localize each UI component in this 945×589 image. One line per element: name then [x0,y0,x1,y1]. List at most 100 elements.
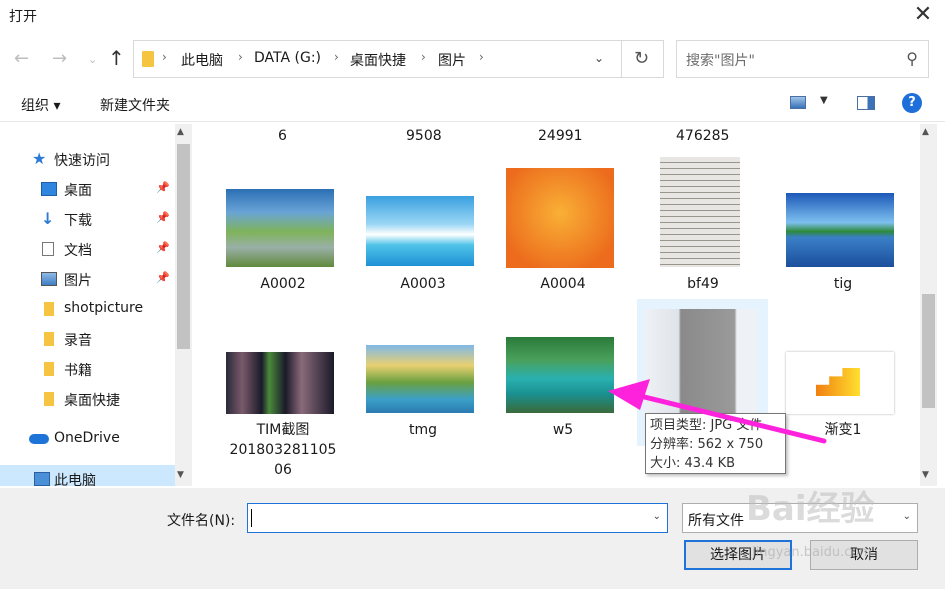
file-name: w5 [552,422,574,438]
filename-input[interactable]: ⌄ [247,503,668,533]
forward-arrow-icon[interactable]: → [52,48,67,69]
watermark-logo: Bai经验 [746,489,875,529]
nav-item-downloads[interactable]: ↓ 下载 📌 [0,205,175,233]
chevron-right-icon[interactable]: › [421,50,426,64]
breadcrumb-this-pc[interactable]: 此电脑 [181,50,223,70]
image-thumbnail [226,189,334,267]
chevron-down-icon[interactable]: ▼ [820,95,828,106]
folder-icon [44,392,54,406]
file-tile-tim-screenshot[interactable]: TIM截图 201803281105 06 [225,344,341,482]
nav-item-recordings[interactable]: 录音 [0,325,175,353]
chevron-right-icon[interactable]: › [238,50,243,64]
preview-pane-icon[interactable] [857,96,875,110]
nav-item-shotpicture[interactable]: shotpicture [0,295,175,323]
nav-item-label: 此电脑 [54,473,96,486]
address-bar[interactable]: › 此电脑 › DATA (G:) › 桌面快捷 › 图片 › ⌄ ↻ [133,40,664,78]
file-name: A0003 [400,276,446,292]
file-tile-tmg[interactable]: tmg [365,344,481,460]
file-name: 渐变1 [824,422,862,438]
file-label[interactable]: 6 [278,128,287,144]
search-input[interactable]: 搜索"图片" ⚲ [676,40,929,78]
computer-icon [34,472,50,486]
image-thumbnail [786,193,894,267]
nav-item-documents[interactable]: 文档 📌 [0,235,175,263]
breadcrumb-desktop-shortcuts[interactable]: 桌面快捷 [350,50,406,70]
nav-item-label: 桌面快捷 [64,393,120,409]
text-caret [251,509,252,527]
chevron-right-icon[interactable]: › [334,50,339,64]
nav-item-label: 图片 [64,273,92,289]
file-label[interactable]: 9508 [406,128,442,144]
nav-item-desktop[interactable]: 桌面 📌 [0,175,175,203]
watermark-url: jingyan.baidu.com [752,545,872,560]
nav-item-pictures[interactable]: 图片 📌 [0,265,175,293]
file-name: bf49 [687,276,719,292]
scroll-down-icon[interactable]: ▼ [922,470,929,480]
pin-icon[interactable]: 📌 [156,211,170,224]
nav-item-books[interactable]: 书籍 [0,355,175,383]
image-thumbnail [786,352,894,414]
file-type-value: 所有文件 [688,513,744,529]
file-tile-w5[interactable]: w5 [505,337,621,460]
file-tile-tig[interactable]: tig [785,184,901,300]
up-arrow-icon[interactable]: ↑ [108,46,125,70]
image-thumbnail [506,168,614,268]
file-tile-a0003[interactable]: A0003 [365,184,481,300]
file-tile-a0004[interactable]: A0004 [505,168,621,300]
help-icon[interactable]: ? [902,93,922,113]
close-icon[interactable]: ✕ [911,4,935,28]
file-name: tig [833,276,853,292]
folder-icon [142,51,154,67]
recent-locations-chevron-icon[interactable]: ⌄ [88,53,97,66]
content-scrollbar[interactable]: ▲ ▼ [920,124,937,486]
file-name-line-3: 06 [274,462,292,478]
file-label[interactable]: 24991 [538,128,583,144]
nav-item-label: shotpicture [64,300,144,316]
image-thumbnail [506,337,614,413]
organize-button[interactable]: 组织 ▾ [21,95,60,115]
nav-scrollbar[interactable]: ▲ ▼ [175,124,192,486]
desktop-icon [41,182,57,196]
chevron-down-icon[interactable]: ⌄ [653,511,661,522]
pin-icon[interactable]: 📌 [156,181,170,194]
scrollbar-thumb[interactable] [177,144,190,349]
file-name: A0004 [540,276,586,292]
nav-item-onedrive[interactable]: OneDrive [0,425,175,453]
new-folder-button[interactable]: 新建文件夹 [100,95,170,115]
pin-icon[interactable]: 📌 [156,271,170,284]
breadcrumb-data-drive[interactable]: DATA (G:) [254,50,321,66]
nav-item-desktop-shortcuts[interactable]: 桌面快捷 [0,385,175,413]
nav-item-quick-access[interactable]: ★ 快速访问 [0,145,175,173]
file-label[interactable]: 476285 [676,128,729,144]
nav-item-label: 录音 [64,333,92,349]
image-thumbnail [660,157,740,267]
window-title: 打开 [9,9,37,25]
back-arrow-icon[interactable]: ← [14,48,29,69]
filename-label: 文件名(N): [167,513,236,529]
image-thumbnail [226,352,334,414]
file-tile-a0002[interactable]: A0002 [225,184,341,300]
chevron-down-icon[interactable]: ⌄ [594,51,604,65]
file-name: tmg [408,422,437,438]
breadcrumb-pictures[interactable]: 图片 [438,50,466,70]
chevron-right-icon[interactable]: › [479,50,484,64]
nav-item-this-pc[interactable]: 此电脑 [0,465,175,486]
chevron-down-icon[interactable]: ⌄ [903,511,911,522]
view-mode-icon[interactable] [790,96,806,109]
chevron-right-icon[interactable]: › [162,50,167,64]
nav-item-label: 桌面 [64,183,92,199]
file-tile-gradient1[interactable]: 渐变1 [785,344,901,460]
file-tile-bf49[interactable]: bf49 [645,157,761,300]
refresh-icon[interactable]: ↻ [634,48,649,69]
command-toolbar: 组织 ▾ 新建文件夹 ▼ ? [0,86,945,122]
scrollbar-thumb[interactable] [922,294,935,408]
tooltip-file-type: 项目类型: JPG 文件 [650,418,763,433]
pin-icon[interactable]: 📌 [156,241,170,254]
search-icon[interactable]: ⚲ [906,49,918,68]
file-info-tooltip: 项目类型: JPG 文件 分辨率: 562 x 750 大小: 43.4 KB [645,413,786,474]
scroll-down-icon[interactable]: ▼ [177,470,184,480]
scroll-up-icon[interactable]: ▲ [177,127,184,137]
pictures-icon [41,272,57,286]
nav-item-label: 书籍 [64,363,92,379]
scroll-up-icon[interactable]: ▲ [922,127,929,137]
